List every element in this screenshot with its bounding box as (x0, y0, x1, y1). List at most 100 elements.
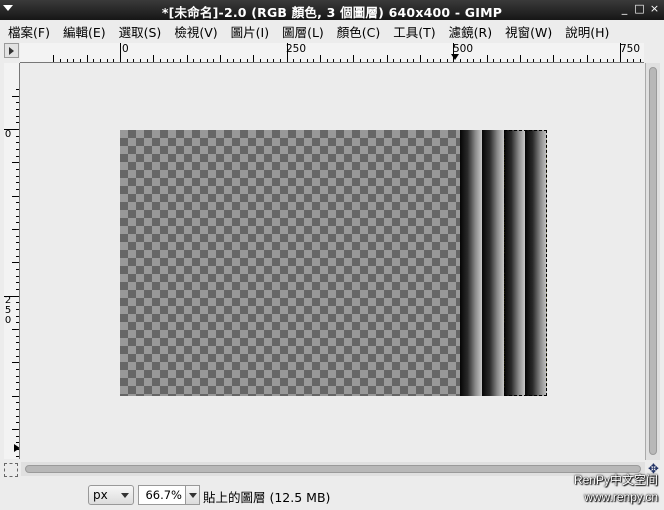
ruler-tick (133, 59, 134, 62)
ruler-tick (73, 59, 74, 62)
ruler-tick (287, 43, 288, 62)
minimize-button[interactable]: _ (619, 2, 630, 15)
window-title: *[未命名]-2.0 (RGB 顏色, 3 個圖層) 640x400 - GIM… (161, 5, 503, 20)
menu-image[interactable]: 圖片(I) (231, 22, 269, 41)
watermark-line1: RenPy中文空间 (573, 473, 658, 487)
menu-windows[interactable]: 視窗(W) (505, 22, 552, 41)
ruler-tick (373, 59, 374, 62)
watermark-line2: www.renpy.cn (584, 490, 658, 504)
ruler-tick (320, 55, 321, 62)
image-canvas[interactable] (120, 130, 547, 396)
ruler-tick (487, 55, 488, 62)
ruler-tick (16, 449, 19, 450)
ruler-tick (193, 59, 194, 62)
ruler-tick (127, 59, 128, 62)
ruler-tick (427, 59, 428, 62)
ruler-tick (500, 59, 501, 62)
vertical-ruler[interactable]: 0 2 5 0 (4, 63, 20, 459)
ruler-tick (12, 362, 19, 363)
ruler-tick (16, 102, 19, 103)
canvas-area[interactable] (21, 64, 644, 460)
ruler-tick (60, 59, 61, 62)
ruler-tick (480, 59, 481, 62)
ruler-tick (607, 59, 608, 62)
ruler-tick (640, 59, 641, 62)
zoom-select[interactable]: 66.7% (138, 485, 200, 505)
ruler-tick (16, 416, 19, 417)
ruler-tick (633, 59, 634, 62)
ruler-tick (16, 269, 19, 270)
horizontal-scrollbar[interactable] (21, 462, 645, 476)
ruler-tick (547, 59, 548, 62)
ruler-tick (12, 196, 19, 197)
menu-filters[interactable]: 濾鏡(R) (449, 22, 492, 41)
ruler-tick (213, 59, 214, 62)
ruler-tick (300, 59, 301, 62)
menu-file[interactable]: 檔案(F) (8, 22, 50, 41)
close-button[interactable]: × (649, 2, 660, 15)
ruler-tick (273, 59, 274, 62)
quick-mask-toggle[interactable] (4, 463, 18, 477)
ruler-tick (347, 59, 348, 62)
ruler-tick (16, 456, 19, 457)
ruler-tick (113, 59, 114, 62)
ruler-tick (327, 59, 328, 62)
menu-view[interactable]: 檢視(V) (174, 22, 217, 41)
ruler-tick (540, 59, 541, 62)
zoom-dropdown-button[interactable] (185, 486, 199, 504)
ruler-tick (4, 296, 19, 297)
ruler-tick (16, 442, 19, 443)
ruler-tick (16, 369, 19, 370)
ruler-tick (100, 59, 101, 62)
ruler-tick (16, 216, 19, 217)
menu-edit[interactable]: 編輯(E) (63, 22, 106, 41)
ruler-tick (16, 242, 19, 243)
floating-selection-outline (504, 130, 547, 396)
ruler-tick (173, 59, 174, 62)
ruler-tick (440, 59, 441, 62)
ruler-tick (527, 59, 528, 62)
maximize-button[interactable]: □ (634, 2, 645, 15)
pointer-position-marker-vertical (14, 444, 19, 452)
menu-select[interactable]: 選取(S) (119, 22, 162, 41)
menu-help[interactable]: 說明(H) (565, 22, 609, 41)
ruler-tick (12, 429, 19, 430)
ruler-tick (453, 43, 454, 62)
ruler-tick (180, 59, 181, 62)
ruler-tick (16, 289, 19, 290)
status-bar: px 66.7% 貼上的圖層 (12.5 MB) RenPy中文空间 www.r… (0, 473, 664, 510)
ruler-tick (227, 59, 228, 62)
horizontal-ruler[interactable]: 0 250 500 750 (20, 43, 644, 63)
ruler-tick (333, 59, 334, 62)
ruler-tick (16, 169, 19, 170)
vertical-scrollbar-thumb[interactable] (649, 67, 657, 455)
zoom-value: 66.7% (145, 488, 182, 502)
ruler-tick (16, 209, 19, 210)
ruler-tick (16, 202, 19, 203)
horizontal-scrollbar-thumb[interactable] (25, 465, 641, 473)
ruler-tick (16, 89, 19, 90)
ruler-tick (553, 55, 554, 62)
ruler-tick (16, 349, 19, 350)
ruler-tick (520, 55, 521, 62)
ruler-tick (87, 55, 88, 62)
menu-layer[interactable]: 圖層(L) (282, 22, 324, 41)
menu-tools[interactable]: 工具(T) (393, 22, 435, 41)
ruler-tick (16, 136, 19, 137)
gradient-stripe-1 (460, 130, 482, 396)
transparent-layer (120, 130, 460, 396)
ruler-tick (380, 59, 381, 62)
ruler-tick (93, 59, 94, 62)
ruler-tick (16, 356, 19, 357)
ruler-tick (307, 59, 308, 62)
ruler-tick (16, 302, 19, 303)
image-menu-button[interactable] (4, 43, 19, 58)
ruler-tick (367, 59, 368, 62)
ruler-tick (627, 59, 628, 62)
unit-select[interactable]: px (88, 485, 134, 505)
ruler-tick (16, 389, 19, 390)
window-controls: _ □ × (619, 2, 660, 15)
vertical-scrollbar[interactable] (645, 63, 660, 460)
menu-colors[interactable]: 顏色(C) (337, 22, 380, 41)
ruler-tick (16, 222, 19, 223)
